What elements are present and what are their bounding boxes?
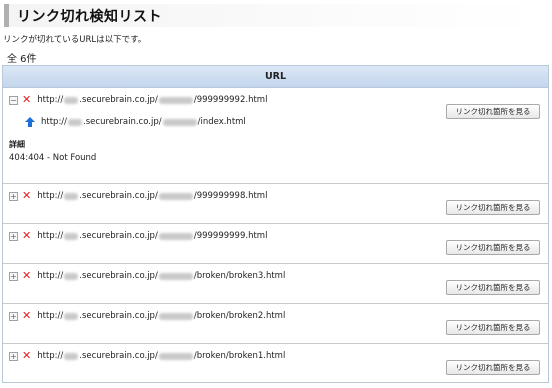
table-row: + ✕ http:// .securebrain.co.jp/ /9999999… (3, 224, 548, 264)
url-path: /broken/broken2.html (193, 311, 286, 321)
view-broken-link-button[interactable]: リンク切れ箇所を見る (446, 280, 540, 295)
redacted-blur (158, 232, 193, 240)
detail-label: 詳細 (9, 140, 25, 149)
up-arrow-icon (25, 117, 35, 127)
page-subtitle: リンクが切れているURLは以下です。 (3, 35, 147, 45)
redacted-blur (64, 192, 79, 200)
url-path: /999999998.html (193, 191, 268, 201)
error-x-icon: ✕ (22, 309, 32, 322)
row-url-line: + ✕ http:// .securebrain.co.jp/ /broken/… (9, 349, 286, 362)
url-domain: .securebrain.co.jp/ (79, 231, 158, 241)
url-path: /broken/broken3.html (193, 271, 286, 281)
redacted-blur (64, 232, 79, 240)
expand-toggle-icon[interactable]: + (9, 191, 18, 201)
redacted-blur (64, 352, 79, 360)
redacted-blur (158, 272, 193, 280)
row-url-line: + ✕ http:// .securebrain.co.jp/ /9999999… (9, 189, 268, 202)
expand-toggle-icon[interactable]: + (9, 231, 18, 241)
view-broken-link-button[interactable]: リンク切れ箇所を見る (446, 104, 540, 119)
parent-url-line: http:// .securebrain.co.jp/ /index.html (25, 117, 246, 127)
error-x-icon: ✕ (22, 189, 32, 202)
table-row: + ✕ http:// .securebrain.co.jp/ /9999999… (3, 184, 548, 224)
url-domain: .securebrain.co.jp/ (79, 271, 158, 281)
redacted-blur (64, 96, 79, 104)
page-title: リンク切れ検知リスト (17, 8, 162, 25)
parent-url-domain: .securebrain.co.jp/ (83, 117, 162, 127)
redacted-blur (162, 118, 197, 126)
redacted-blur (64, 312, 79, 320)
expand-toggle-icon[interactable]: + (9, 351, 18, 361)
expand-toggle-icon[interactable]: + (9, 271, 18, 281)
parent-url-prefix: http:// (41, 117, 68, 127)
url-domain: .securebrain.co.jp/ (79, 311, 158, 321)
error-x-icon: ✕ (22, 349, 32, 362)
url-domain: .securebrain.co.jp/ (79, 191, 158, 201)
error-x-icon: ✕ (22, 229, 32, 242)
table-row: + ✕ http:// .securebrain.co.jp/ /broken/… (3, 344, 548, 382)
collapse-toggle-icon[interactable]: − (9, 95, 18, 105)
url-domain: .securebrain.co.jp/ (79, 351, 158, 361)
url-prefix: http:// (37, 311, 64, 321)
row-url-line: + ✕ http:// .securebrain.co.jp/ /9999999… (9, 229, 268, 242)
view-broken-link-button[interactable]: リンク切れ箇所を見る (446, 360, 540, 375)
redacted-blur (158, 96, 193, 104)
redacted-blur (158, 192, 193, 200)
detail-status: 404:404 - Not Found (9, 153, 97, 163)
view-broken-link-button[interactable]: リンク切れ箇所を見る (446, 320, 540, 335)
row-url-line: + ✕ http:// .securebrain.co.jp/ /broken/… (9, 269, 286, 282)
result-count: 全 6件 (7, 54, 37, 65)
row-url-line: + ✕ http:// .securebrain.co.jp/ /broken/… (9, 309, 286, 322)
parent-url-path: /index.html (197, 117, 246, 127)
redacted-blur (158, 312, 193, 320)
url-path: /999999999.html (193, 231, 268, 241)
url-path: /999999992.html (193, 95, 268, 105)
url-prefix: http:// (37, 351, 64, 361)
url-prefix: http:// (37, 191, 64, 201)
table-header-url: URL (3, 66, 548, 88)
redacted-blur (64, 272, 79, 280)
url-prefix: http:// (37, 271, 64, 281)
url-path: /broken/broken1.html (193, 351, 286, 361)
error-x-icon: ✕ (22, 93, 32, 106)
url-prefix: http:// (37, 95, 64, 105)
expand-toggle-icon[interactable]: + (9, 311, 18, 321)
table-row: + ✕ http:// .securebrain.co.jp/ /broken/… (3, 304, 548, 344)
table-row: + ✕ http:// .securebrain.co.jp/ /broken/… (3, 264, 548, 304)
url-domain: .securebrain.co.jp/ (79, 95, 158, 105)
page-title-bar: リンク切れ検知リスト (4, 4, 544, 27)
broken-link-table: URL − ✕ http:// .securebrain.co.jp/ /999… (2, 65, 549, 383)
redacted-blur (158, 352, 193, 360)
view-broken-link-button[interactable]: リンク切れ箇所を見る (446, 200, 540, 215)
row-url-line: − ✕ http:// .securebrain.co.jp/ /9999999… (9, 93, 268, 106)
error-x-icon: ✕ (22, 269, 32, 282)
table-row: − ✕ http:// .securebrain.co.jp/ /9999999… (3, 88, 548, 184)
url-prefix: http:// (37, 231, 64, 241)
view-broken-link-button[interactable]: リンク切れ箇所を見る (446, 240, 540, 255)
redacted-blur (68, 118, 83, 126)
